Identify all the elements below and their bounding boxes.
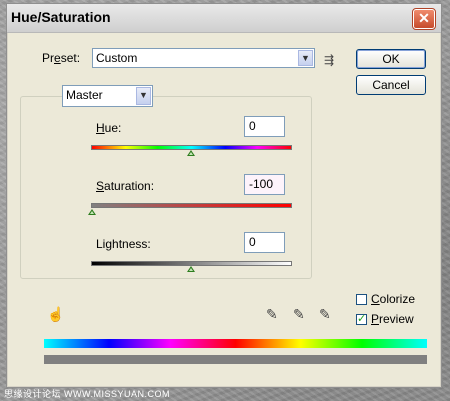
chevron-down-icon[interactable]: ▼ (136, 87, 151, 105)
lightness-label: Lightness: (96, 237, 151, 251)
check-mark-icon: ✓ (357, 313, 367, 325)
preview-checkbox[interactable]: ✓ (356, 314, 367, 325)
hue-slider-thumb[interactable] (187, 150, 195, 156)
dialog-title: Hue/Saturation (11, 9, 111, 25)
input-color-bar (44, 339, 427, 348)
eyedropper-plus-icon[interactable]: ✎ (293, 307, 305, 321)
preset-value: Custom (96, 51, 138, 65)
ok-button[interactable]: OK (356, 49, 426, 69)
output-color-bar (44, 355, 427, 364)
lightness-input[interactable]: 0 (244, 232, 285, 253)
saturation-label: Saturation: (96, 179, 155, 193)
saturation-input[interactable]: -100 (244, 174, 285, 195)
eyedropper-icon[interactable]: ✎ (266, 307, 278, 321)
colorize-checkbox[interactable] (356, 294, 367, 305)
preset-label: Preset: (42, 51, 81, 65)
title-bar[interactable]: Hue/Saturation ✕ (7, 4, 441, 33)
preview-label[interactable]: Preview (371, 312, 414, 326)
saturation-slider-track[interactable] (91, 203, 292, 208)
channel-value: Master (66, 88, 103, 102)
hue-input[interactable]: 0 (244, 116, 285, 137)
lightness-slider-thumb[interactable] (187, 266, 195, 272)
channel-dropdown[interactable]: Master ▼ (62, 85, 153, 107)
hue-saturation-dialog: Hue/Saturation ✕ Preset: Custom ▼ ⇶ OK C… (6, 3, 442, 388)
colorize-label[interactable]: Colorize (371, 292, 415, 306)
preset-options-icon[interactable]: ⇶ (324, 53, 334, 67)
chevron-down-icon[interactable]: ▼ (298, 50, 313, 66)
watermark-text: 思缘设计论坛 WWW.MISSYUAN.COM (4, 389, 170, 399)
hue-label: Hue: (96, 121, 122, 135)
cancel-button[interactable]: Cancel (356, 75, 426, 95)
preset-dropdown[interactable]: Custom ▼ (92, 48, 315, 68)
close-icon[interactable]: ✕ (412, 8, 436, 30)
eyedropper-minus-icon[interactable]: ✎ (319, 307, 331, 321)
saturation-slider-thumb[interactable] (88, 209, 96, 215)
hand-adjust-icon[interactable]: ☝ (47, 307, 64, 321)
